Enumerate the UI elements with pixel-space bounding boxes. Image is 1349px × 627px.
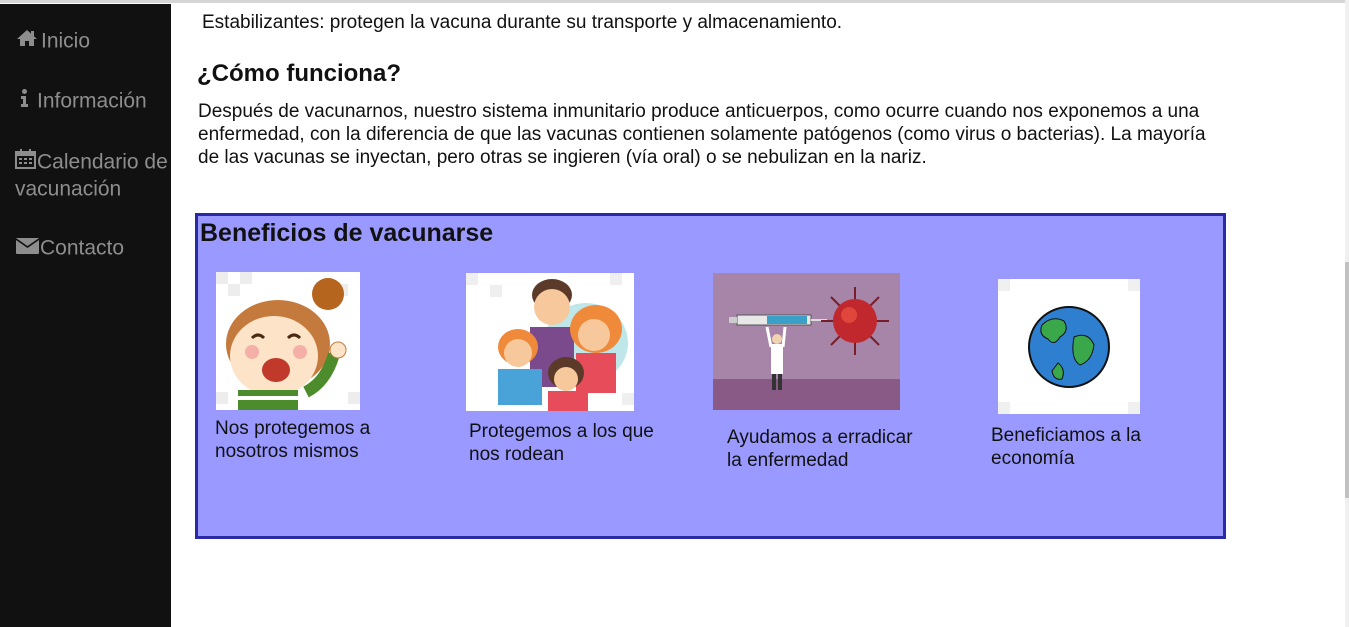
nav-item-inicio[interactable]: Inicio [0, 28, 187, 54]
nav-label-inicio: Inicio [41, 29, 91, 53]
benefits-panel: Beneficios de vacunarse Nos protegemos a [195, 213, 1226, 539]
nav-label-contacto: Contacto [40, 236, 125, 260]
benefits-heading: Beneficios de vacunarse [200, 219, 494, 247]
how-it-works-paragraph: Después de vacunarnos, nuestro sistema i… [198, 101, 1206, 168]
benefit-text-1: Nos protegemos a nosotros mismos [215, 418, 371, 462]
benefit-text-2: Protegemos a los que nos rodean [469, 421, 654, 465]
nav-label-calendario: Calendario de vacunación [15, 150, 168, 201]
benefit-text-4: Beneficiamos a la economía [991, 425, 1141, 469]
syringe-virus-image [713, 273, 900, 415]
nav-item-informacion[interactable]: Información [0, 88, 191, 114]
family-image [466, 273, 634, 416]
earth-globe-image [998, 279, 1140, 419]
nav-label-informacion: Información [37, 89, 147, 113]
info-icon [20, 88, 29, 114]
nav-item-calendario[interactable]: Calendario de vacunación [0, 149, 186, 202]
main-content: Estabilizantes: protegen la vacuna duran… [171, 0, 1346, 627]
home-icon [16, 28, 38, 54]
happy-girl-image [216, 272, 360, 415]
vertical-scrollbar[interactable] [1345, 0, 1349, 627]
benefit-text-3: Ayudamos a erradicar la enfermedad [727, 427, 913, 471]
envelope-icon [15, 235, 40, 261]
stabilizers-paragraph: Estabilizantes: protegen la vacuna duran… [202, 12, 843, 33]
calendar-icon [15, 149, 36, 176]
how-it-works-heading: ¿Cómo funciona? [197, 60, 401, 87]
scrollbar-thumb[interactable] [1345, 262, 1349, 498]
nav-item-contacto[interactable]: Contacto [0, 235, 187, 261]
sidebar: Inicio Información Calendario de vacunac… [0, 4, 171, 627]
